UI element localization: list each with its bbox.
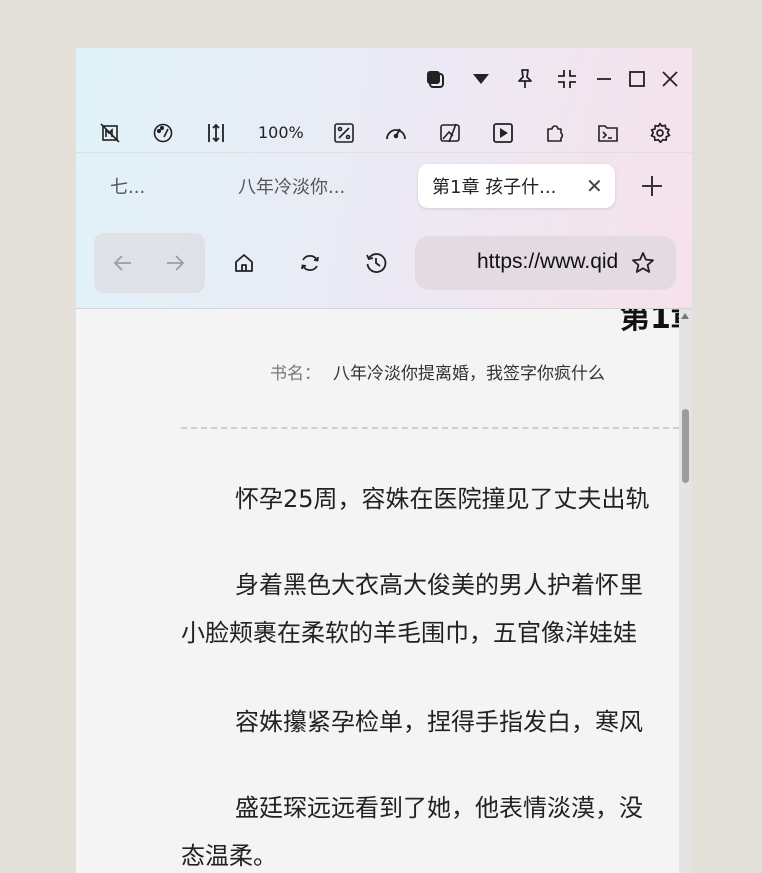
extensions-icon[interactable] (542, 120, 568, 146)
paragraph-line: 身着黑色大衣高大俊美的男人护着怀里 (235, 571, 643, 599)
paragraph-line: 容姝攥紧孕检单，捏得手指发白，寒风 (235, 708, 643, 736)
compact-mode-icon[interactable] (554, 66, 580, 92)
image-edit-icon[interactable] (437, 120, 463, 146)
speedometer-icon[interactable] (383, 120, 409, 146)
paragraph-line: 怀孕25周，容姝在医院撞见了丈夫出轨 (235, 485, 650, 513)
settings-gear-icon[interactable] (647, 120, 673, 146)
maximize-icon[interactable] (625, 66, 649, 92)
dropdown-icon[interactable] (468, 66, 494, 92)
paragraph: 身着黑色大衣高大俊美的男人护着怀里 小脸颊裹在柔软的羊毛围巾，五官像洋娃娃 (181, 561, 643, 657)
paragraph-line: 态温柔。 (181, 842, 277, 870)
scrollbar-thumb[interactable] (682, 409, 689, 483)
media-player-icon[interactable] (490, 120, 516, 146)
page-content: 第1章 书名： 八年冷淡你提离婚，我签字你疯什么 怀孕25周，容姝在医院撞见了丈夫… (76, 309, 679, 873)
close-window-icon[interactable] (658, 66, 682, 92)
divider-dashed (181, 427, 679, 429)
no-image-icon[interactable] (98, 120, 122, 146)
history-icon[interactable] (363, 250, 389, 276)
tab-label: 八年冷淡你... (238, 177, 346, 198)
book-name: 八年冷淡你提离婚，我签字你疯什么 (333, 364, 605, 384)
percent-icon[interactable] (331, 120, 357, 146)
vertical-scrollbar[interactable] (679, 309, 692, 873)
browser-chrome: 100% 七... 八年冷淡你... 第1章 孩子什... ✕ https://… (76, 48, 692, 309)
new-tab-icon[interactable] (638, 172, 666, 200)
minimize-icon[interactable] (592, 66, 616, 92)
book-info: 书名： 八年冷淡你提离婚，我签字你疯什么 (270, 359, 605, 384)
url-text[interactable]: https://www.qidian.com (477, 250, 617, 274)
toolbar-divider (76, 152, 692, 153)
zoom-level[interactable]: 100% (258, 123, 304, 142)
line-height-icon[interactable] (203, 120, 229, 146)
paragraph-line: 盛廷琛远远看到了她，他表情淡漠，没 (235, 794, 643, 822)
tab-close-icon[interactable]: ✕ (586, 174, 603, 198)
tab-active[interactable]: 第1章 孩子什... ✕ (418, 164, 615, 208)
browser-window: 100% 七... 八年冷淡你... 第1章 孩子什... ✕ https://… (76, 48, 692, 873)
chapter-title: 第1章 (620, 309, 679, 336)
bookmark-star-icon[interactable] (629, 249, 657, 277)
tab-2[interactable]: 八年冷淡你... (238, 164, 408, 208)
reload-icon[interactable] (297, 250, 323, 276)
palette-icon[interactable] (150, 120, 176, 146)
book-label: 书名： (270, 364, 321, 384)
pin-icon[interactable] (512, 66, 538, 92)
back-icon[interactable] (110, 250, 136, 276)
paragraph-line: 小脸颊裹在柔软的羊毛围巾，五官像洋娃娃 (181, 619, 637, 647)
tab-label: 七... (110, 177, 146, 198)
tab-1[interactable]: 七... (110, 164, 200, 208)
paragraph: 盛廷琛远远看到了她，他表情淡漠，没 态温柔。 (181, 784, 643, 873)
paragraph: 容姝攥紧孕检单，捏得手指发白，寒风 (181, 698, 643, 746)
tab-label: 第1章 孩子什... (432, 177, 557, 198)
home-icon[interactable] (231, 250, 257, 276)
scroll-up-icon[interactable] (681, 313, 689, 319)
terminal-icon[interactable] (595, 120, 621, 146)
paragraph: 怀孕25周，容姝在医院撞见了丈夫出轨 (181, 475, 650, 523)
forward-icon[interactable] (162, 250, 188, 276)
restore-tabs-icon[interactable] (422, 66, 448, 92)
address-bar[interactable]: https://www.qidian.com (415, 236, 676, 290)
